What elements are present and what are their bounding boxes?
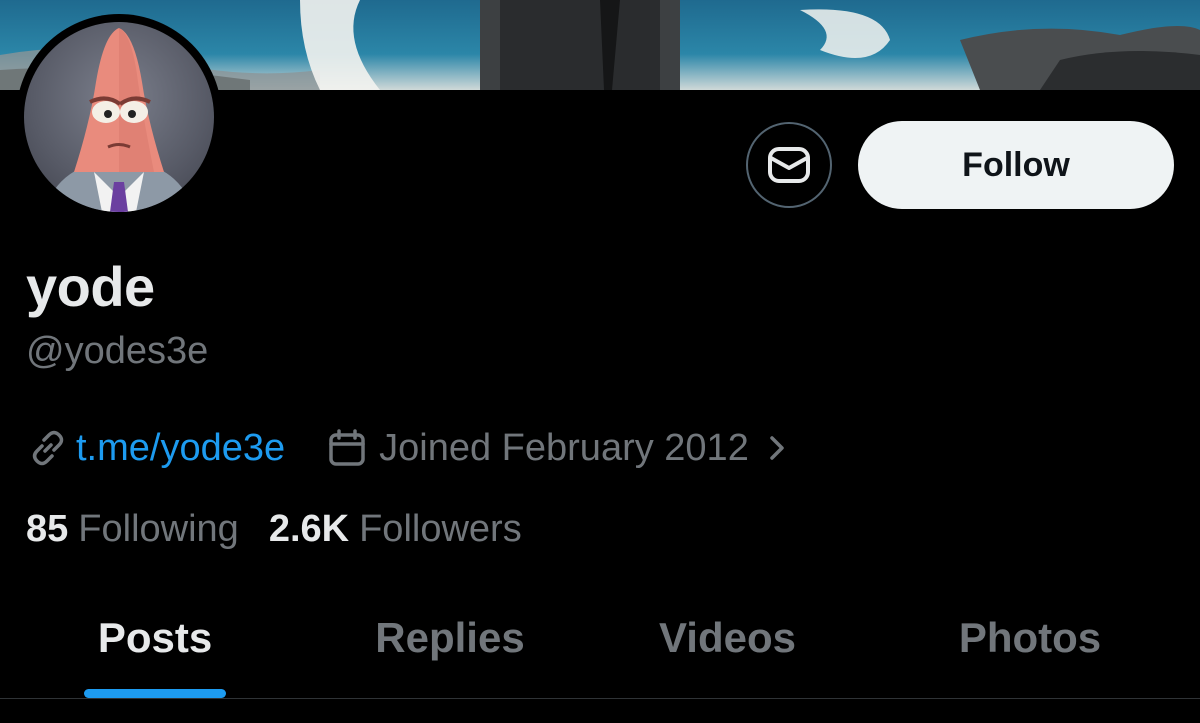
followers-stat[interactable]: 2.6K Followers xyxy=(269,508,522,551)
profile-page: Follow yode @yodes3e t.me/yode3e Joined … xyxy=(0,0,1200,723)
followers-label: Followers xyxy=(359,508,522,550)
tab-videos[interactable]: Videos xyxy=(615,600,840,698)
link-icon xyxy=(28,428,68,468)
active-tab-indicator xyxy=(84,689,226,698)
following-stat[interactable]: 85 Following xyxy=(26,508,239,551)
follow-stats: 85 Following 2.6K Followers xyxy=(26,508,522,551)
following-count: 85 xyxy=(26,508,69,550)
display-name: yode xyxy=(26,255,155,318)
profile-meta: t.me/yode3e Joined February 2012 xyxy=(28,426,787,470)
tabs-divider xyxy=(0,698,1200,699)
profile-link[interactable]: t.me/yode3e xyxy=(76,427,285,470)
avatar-image xyxy=(24,22,214,212)
followers-count: 2.6K xyxy=(268,508,350,550)
profile-avatar[interactable] xyxy=(16,14,222,220)
calendar-icon xyxy=(327,428,367,468)
tab-replies[interactable]: Replies xyxy=(330,600,570,698)
tab-photos[interactable]: Photos xyxy=(915,600,1145,698)
chevron-right-icon xyxy=(767,432,787,464)
follow-button[interactable]: Follow xyxy=(858,121,1174,209)
envelope-icon xyxy=(767,146,811,184)
tab-posts[interactable]: Posts xyxy=(54,600,256,698)
following-label: Following xyxy=(78,508,239,550)
user-handle: @yodes3e xyxy=(26,330,209,372)
message-button[interactable] xyxy=(746,122,832,208)
joined-date[interactable]: Joined February 2012 xyxy=(327,427,787,470)
joined-text: Joined February 2012 xyxy=(379,426,749,469)
profile-tabs: Posts Replies Videos Photos xyxy=(0,600,1200,698)
